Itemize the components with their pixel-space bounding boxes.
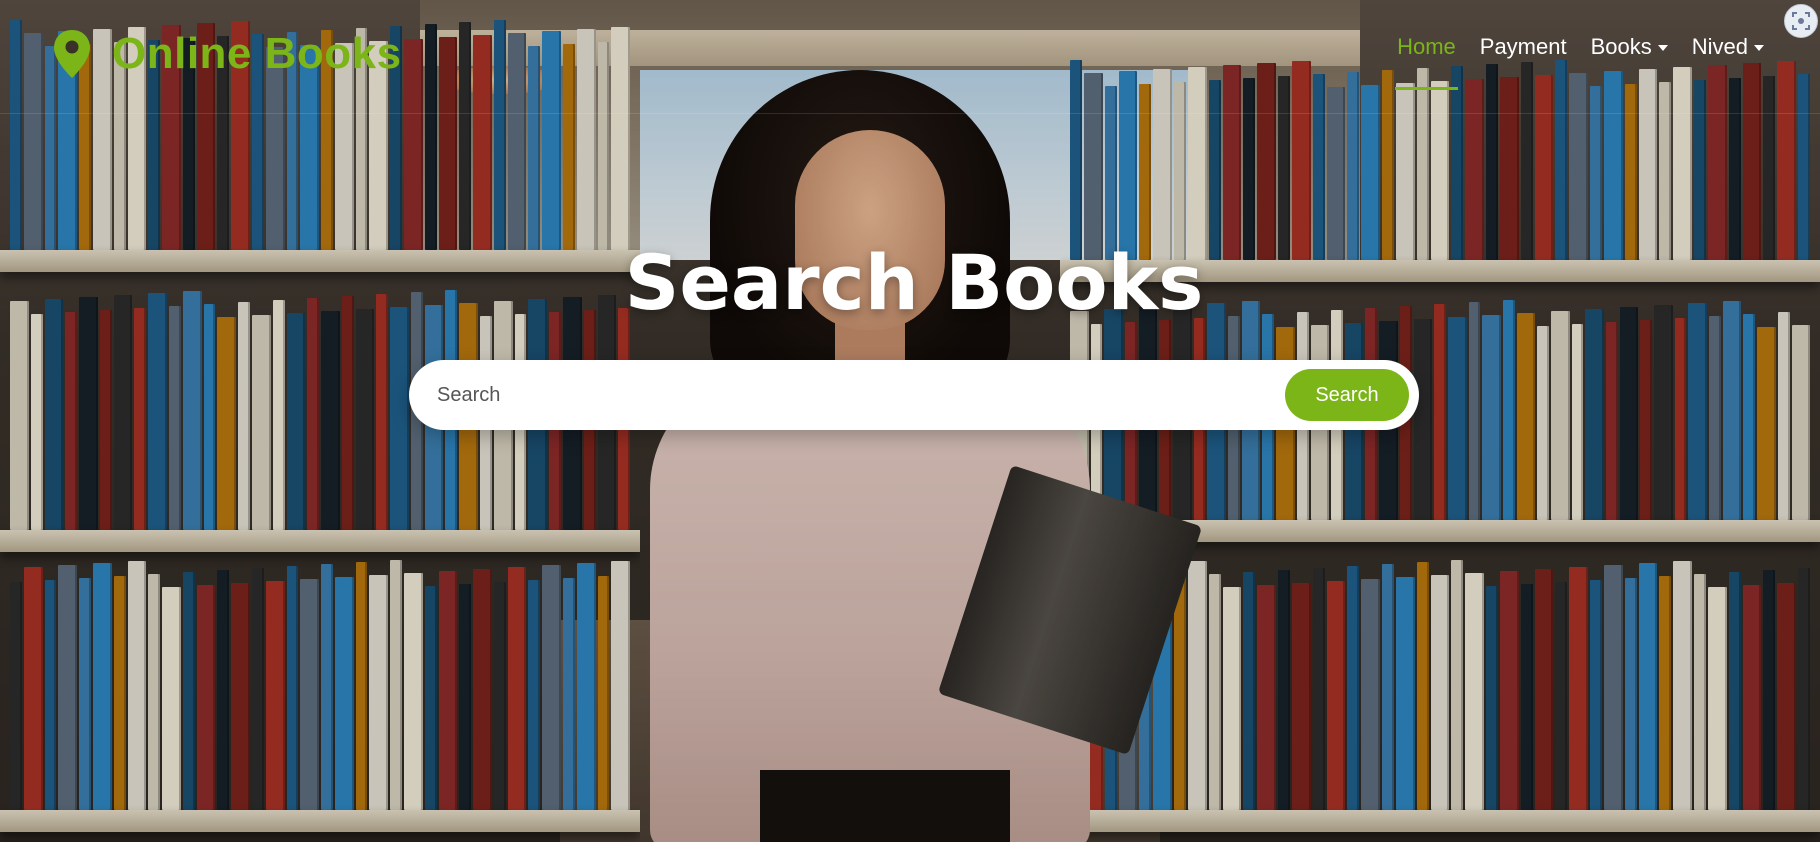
brand-logo-link[interactable]: Online Books — [52, 24, 402, 84]
caret-down-icon — [1754, 45, 1764, 51]
page-title: Search Books — [624, 238, 1204, 327]
caret-down-icon — [1657, 45, 1668, 51]
top-navbar: Online Books Home Payment Books Nived — [0, 0, 1820, 114]
search-button[interactable]: Search — [1285, 369, 1409, 421]
nav-user-dropdown[interactable]: Nived — [1692, 34, 1764, 88]
nav-home[interactable]: Home — [1395, 34, 1458, 90]
screen-capture-button[interactable] — [1784, 4, 1818, 38]
nav-payment-label: Payment — [1479, 34, 1567, 59]
nav-books-label: Books — [1590, 34, 1652, 59]
nav-books-dropdown[interactable]: Books — [1591, 34, 1668, 88]
screen-capture-icon — [1792, 12, 1810, 30]
search-form: Search — [409, 360, 1419, 430]
nav-links: Home Payment Books Nived — [1395, 34, 1764, 90]
search-input[interactable] — [409, 360, 1285, 430]
nav-payment[interactable]: Payment — [1480, 34, 1567, 88]
nav-user-label: Nived — [1691, 34, 1748, 59]
map-pin-icon — [54, 30, 90, 78]
brand-name: Online Books — [112, 29, 402, 78]
nav-home-label: Home — [1397, 34, 1456, 59]
